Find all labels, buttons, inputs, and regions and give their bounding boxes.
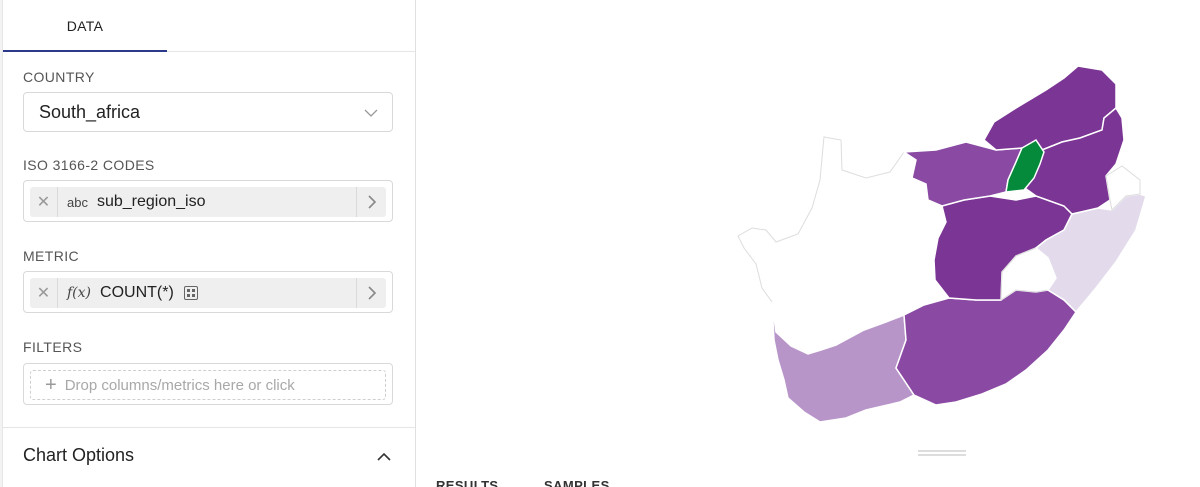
tab-samples[interactable]: SAMPLES: [544, 478, 610, 487]
filters-label: FILTERS: [23, 339, 83, 355]
iso-codes-column-name: sub_region_iso: [96, 193, 206, 210]
chevron-right-icon[interactable]: [356, 187, 386, 217]
resize-handle[interactable]: [918, 449, 966, 457]
chart-options-header[interactable]: Chart Options: [23, 445, 134, 466]
chevron-up-icon[interactable]: [376, 449, 392, 465]
metric-label: METRIC: [23, 248, 80, 264]
control-panel: DATA COUNTRY South_africa ISO 3166-2 COD…: [0, 0, 416, 487]
country-label: COUNTRY: [23, 69, 95, 85]
panel-tab-bar: DATA: [3, 0, 415, 52]
chevron-right-icon[interactable]: [356, 278, 386, 308]
plus-icon: +: [45, 374, 57, 396]
tab-results[interactable]: RESULTS: [436, 478, 499, 487]
iso-codes-label: ISO 3166-2 CODES: [23, 157, 155, 173]
metric-field[interactable]: ✕ f(x) COUNT(*): [23, 271, 393, 313]
metric-name: COUNT(*): [100, 284, 174, 301]
chart-area: RESULTS SAMPLES: [416, 0, 1200, 487]
region-eastern-cape[interactable]: [895, 289, 1077, 406]
iso-codes-chip[interactable]: ✕ abc sub_region_iso: [30, 187, 386, 217]
country-select[interactable]: South_africa: [23, 92, 393, 132]
filters-placeholder: Drop columns/metrics here or click: [64, 376, 295, 394]
metric-chip[interactable]: ✕ f(x) COUNT(*): [30, 278, 386, 308]
iso-codes-field[interactable]: ✕ abc sub_region_iso: [23, 180, 393, 222]
active-tab-indicator: [3, 50, 167, 52]
column-type-badge: abc: [67, 194, 88, 210]
calculator-icon: [183, 286, 198, 300]
function-type-badge: f(x): [67, 285, 92, 301]
section-divider: [3, 427, 415, 428]
tab-data[interactable]: DATA: [3, 0, 167, 52]
country-select-value: South_africa: [39, 101, 141, 122]
close-icon[interactable]: ✕: [30, 278, 58, 308]
panel-edge: [0, 0, 3, 487]
filters-field[interactable]: + Drop columns/metrics here or click: [23, 363, 393, 405]
chevron-down-icon: [364, 109, 378, 117]
country-map: [737, 65, 1147, 423]
close-icon[interactable]: ✕: [30, 187, 58, 217]
filters-drop-zone[interactable]: + Drop columns/metrics here or click: [30, 370, 386, 400]
